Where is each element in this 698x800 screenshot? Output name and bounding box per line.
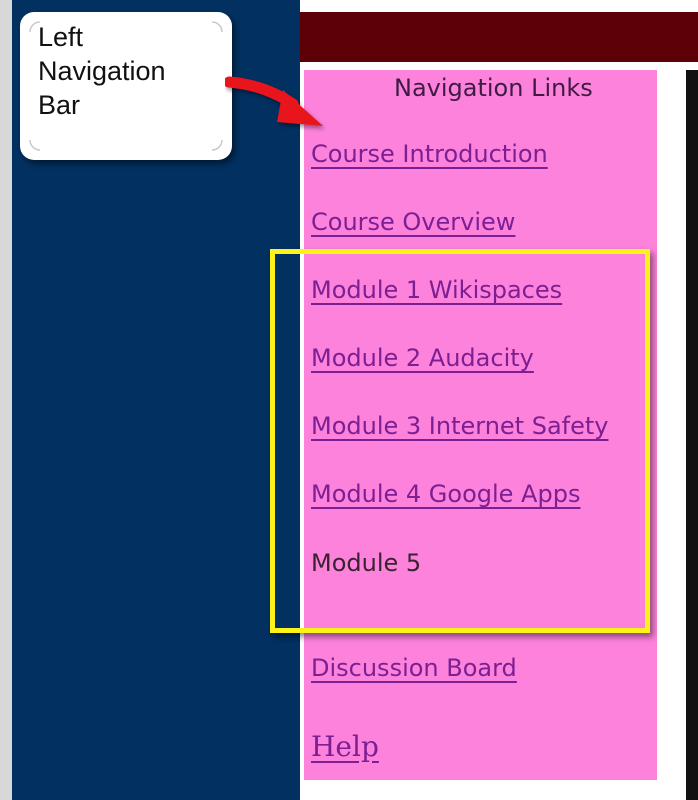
red-arrow-icon	[225, 76, 323, 126]
nav-link-course-overview[interactable]: Course Overview	[311, 208, 515, 236]
top-header-bar	[300, 12, 698, 62]
navigation-links-title: Navigation Links	[394, 74, 593, 102]
nav-link-help[interactable]: Help	[311, 730, 379, 763]
window-left-edge	[0, 0, 12, 800]
callout-line-3: Bar	[38, 90, 81, 120]
callout-line-2: Navigation	[38, 56, 166, 86]
callout-text: Left Navigation Bar	[38, 20, 218, 122]
nav-link-course-introduction[interactable]: Course Introduction	[311, 140, 548, 168]
modules-highlight-box	[270, 249, 650, 633]
callout-line-1: Left	[38, 22, 84, 52]
content-right-border	[686, 70, 698, 800]
nav-link-discussion-board[interactable]: Discussion Board	[311, 654, 517, 682]
